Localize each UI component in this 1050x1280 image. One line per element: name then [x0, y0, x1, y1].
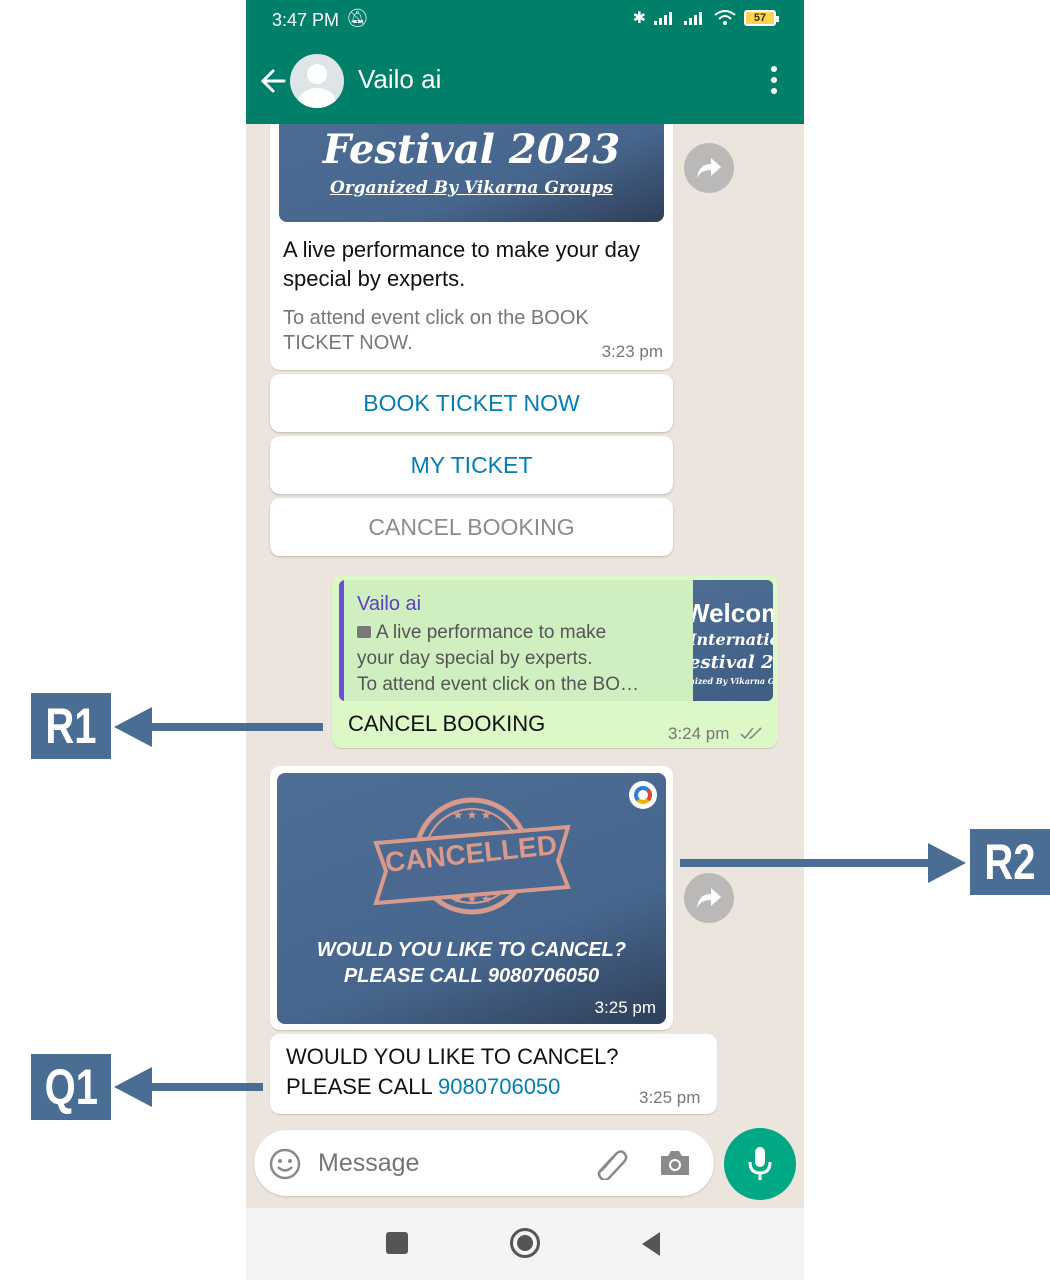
arrow-r1: [114, 707, 323, 747]
arrow-r2: [680, 843, 966, 883]
arrow-q1: [114, 1067, 263, 1107]
annotation-arrows: [114, 707, 966, 1107]
